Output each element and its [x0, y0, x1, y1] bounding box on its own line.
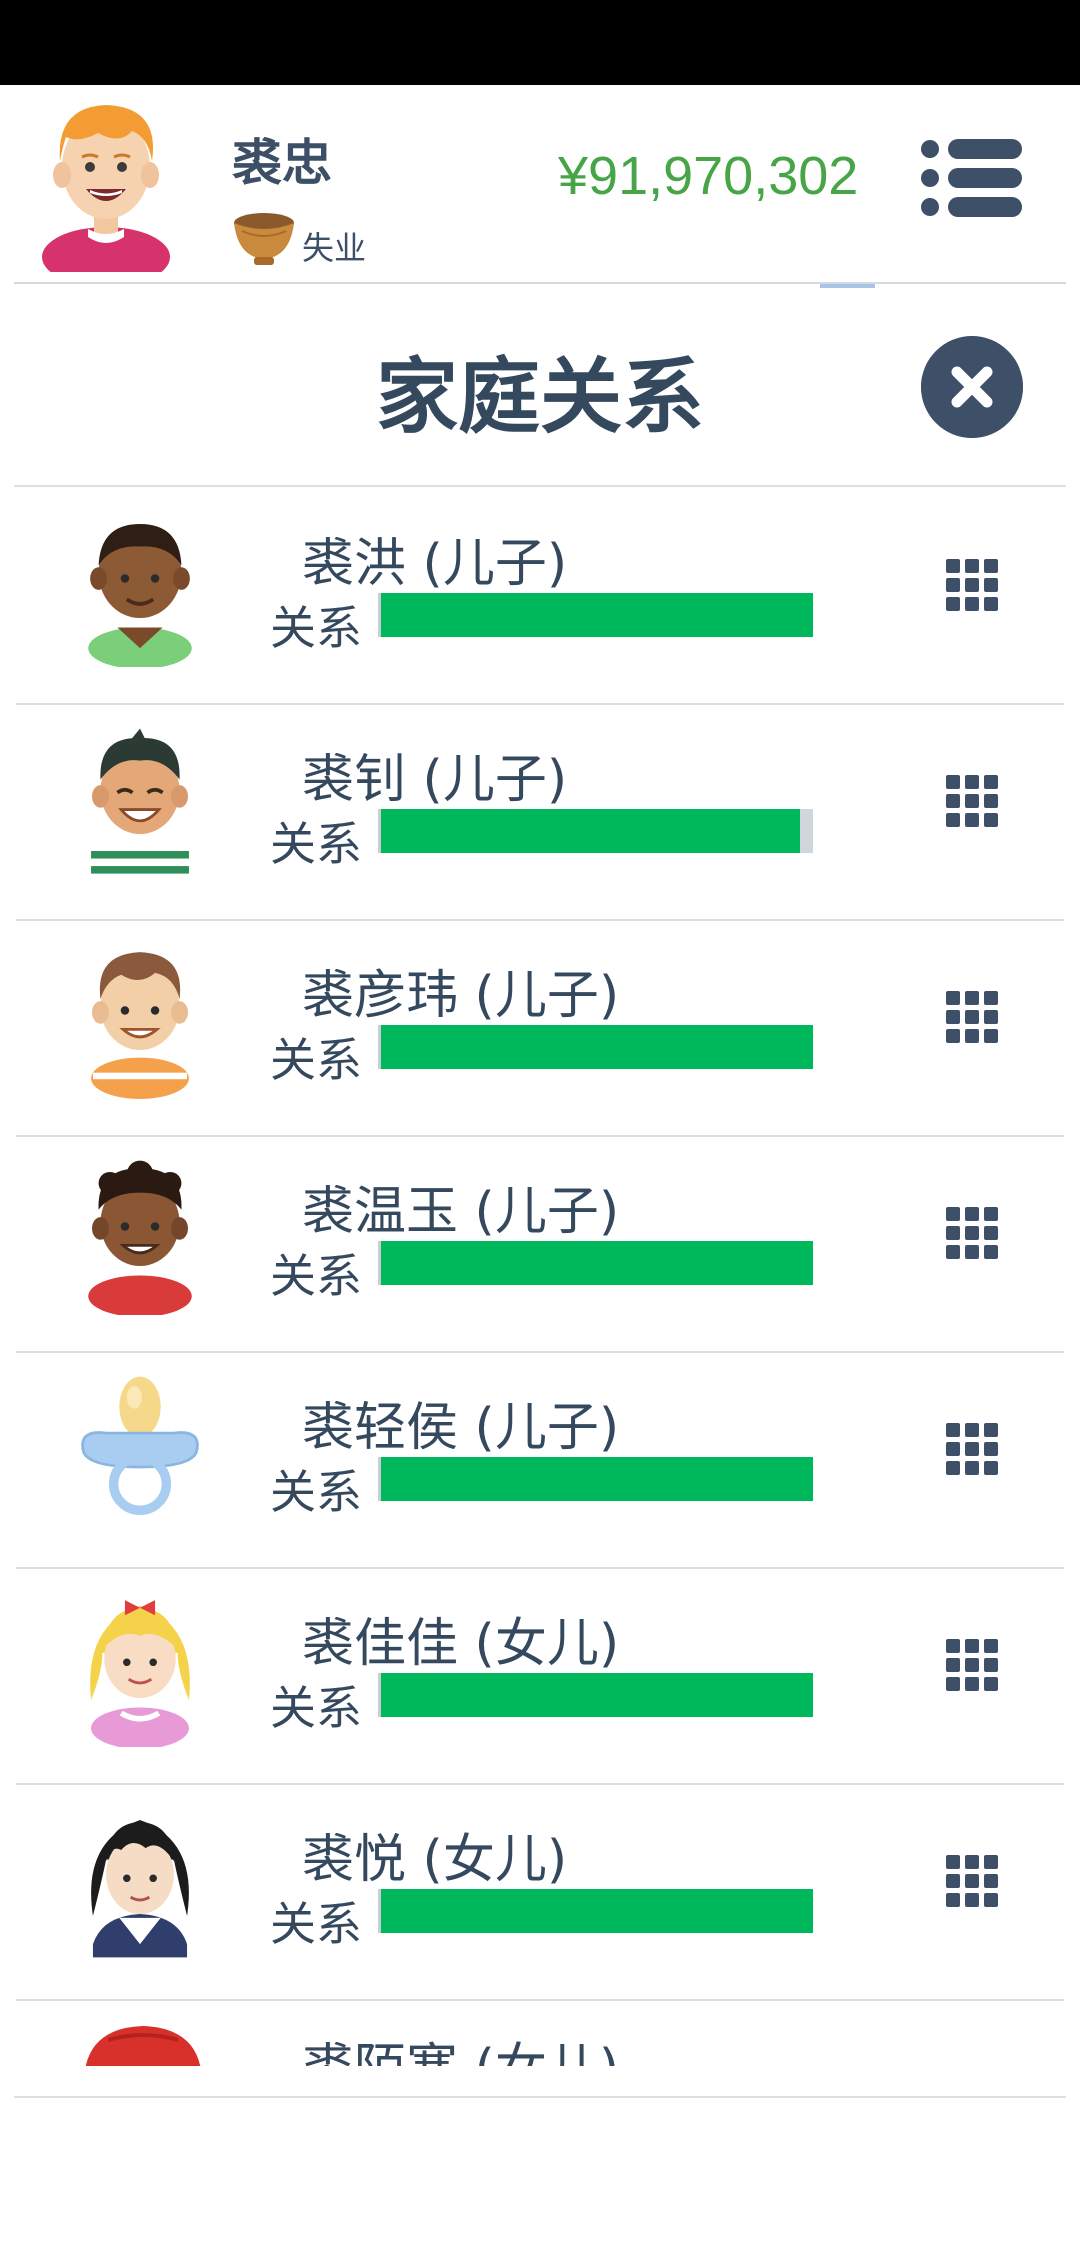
relationship-bar-fill	[381, 1241, 813, 1285]
relationship-bar	[378, 1025, 813, 1069]
family-member-row[interactable]: 裘佳佳 (女儿) 关系	[16, 1567, 1064, 1785]
relationship-label: 关系	[270, 601, 362, 655]
member-name: 裘洪 (儿子)	[302, 534, 568, 594]
relationship-bar-fill	[381, 809, 801, 853]
member-avatar	[91, 952, 189, 1099]
grid-menu-icon[interactable]	[946, 1207, 998, 1259]
close-button[interactable]	[921, 336, 1023, 438]
relationship-bar-fill	[381, 1889, 813, 1933]
member-avatar	[91, 1819, 189, 1958]
red-hat-avatar	[85, 2026, 201, 2066]
member-avatar	[90, 1600, 190, 1747]
partial-row: 裘陌寒 (女儿)	[0, 1990, 1080, 2066]
grid-menu-icon[interactable]	[946, 991, 998, 1043]
relationship-label: 关系	[270, 1681, 362, 1735]
scroll-indicator	[820, 284, 875, 288]
family-member-row[interactable]: 裘钊 (儿子) 关系	[16, 703, 1064, 921]
grid-menu-icon[interactable]	[946, 1423, 998, 1475]
money-display: ¥91,970,302	[558, 146, 859, 206]
member-name: 裘钊 (儿子)	[302, 750, 568, 810]
relationship-bar-fill	[381, 1025, 813, 1069]
menu-button[interactable]	[916, 133, 1026, 223]
member-avatar	[81, 1376, 199, 1515]
member-name: 裘佳佳 (女儿)	[302, 1614, 620, 1674]
grid-menu-icon[interactable]	[946, 1639, 998, 1691]
job-label: 失业	[302, 229, 367, 267]
family-member-row[interactable]: 裘彦玮 (儿子) 关系	[16, 919, 1064, 1137]
grid-menu-icon[interactable]	[946, 775, 998, 827]
grid-menu-icon[interactable]	[946, 1855, 998, 1907]
member-avatar	[91, 728, 189, 883]
relationship-bar	[378, 1241, 813, 1285]
relationship-bar	[378, 1889, 813, 1933]
relationship-bar	[378, 593, 813, 637]
bowl-icon	[234, 213, 294, 265]
partial-row-name: 裘陌寒 (女儿)	[302, 2026, 619, 2066]
grid-menu-icon[interactable]	[946, 559, 998, 611]
status-bar	[0, 0, 1080, 85]
family-member-row[interactable]: 裘洪 (儿子) 关系	[16, 487, 1064, 705]
header-divider	[14, 282, 1066, 284]
relationship-bar	[378, 1457, 813, 1501]
player-header: 裘忠 失业 ¥91,970,302	[0, 85, 1080, 282]
relationship-bar	[378, 809, 813, 853]
member-avatar	[88, 1160, 192, 1315]
relationship-bar-fill	[381, 1673, 813, 1717]
member-name: 裘轻侯 (儿子)	[302, 1398, 620, 1458]
player-name: 裘忠	[232, 134, 332, 192]
member-name: 裘彦玮 (儿子)	[302, 966, 620, 1026]
relationship-label: 关系	[270, 817, 362, 871]
relationship-label: 关系	[270, 1465, 362, 1519]
relationship-bar-fill	[381, 593, 813, 637]
modal-title: 家庭关系	[375, 350, 704, 445]
relationship-label: 关系	[270, 1249, 362, 1303]
member-avatar	[88, 523, 192, 667]
relationship-label: 关系	[270, 1897, 362, 1951]
player-avatar[interactable]	[36, 97, 176, 272]
family-member-row[interactable]: 裘悦 (女儿) 关系	[16, 1783, 1064, 2001]
relationship-bar-fill	[381, 1457, 813, 1501]
family-member-row[interactable]: 裘轻侯 (儿子) 关系	[16, 1351, 1064, 1569]
relationship-bar	[378, 1673, 813, 1717]
family-member-row[interactable]: 裘温玉 (儿子) 关系	[16, 1135, 1064, 1353]
relationship-label: 关系	[270, 1033, 362, 1087]
member-name: 裘悦 (女儿)	[302, 1830, 568, 1890]
member-name: 裘温玉 (儿子)	[302, 1182, 620, 1242]
list-bottom-divider	[14, 2096, 1066, 2098]
